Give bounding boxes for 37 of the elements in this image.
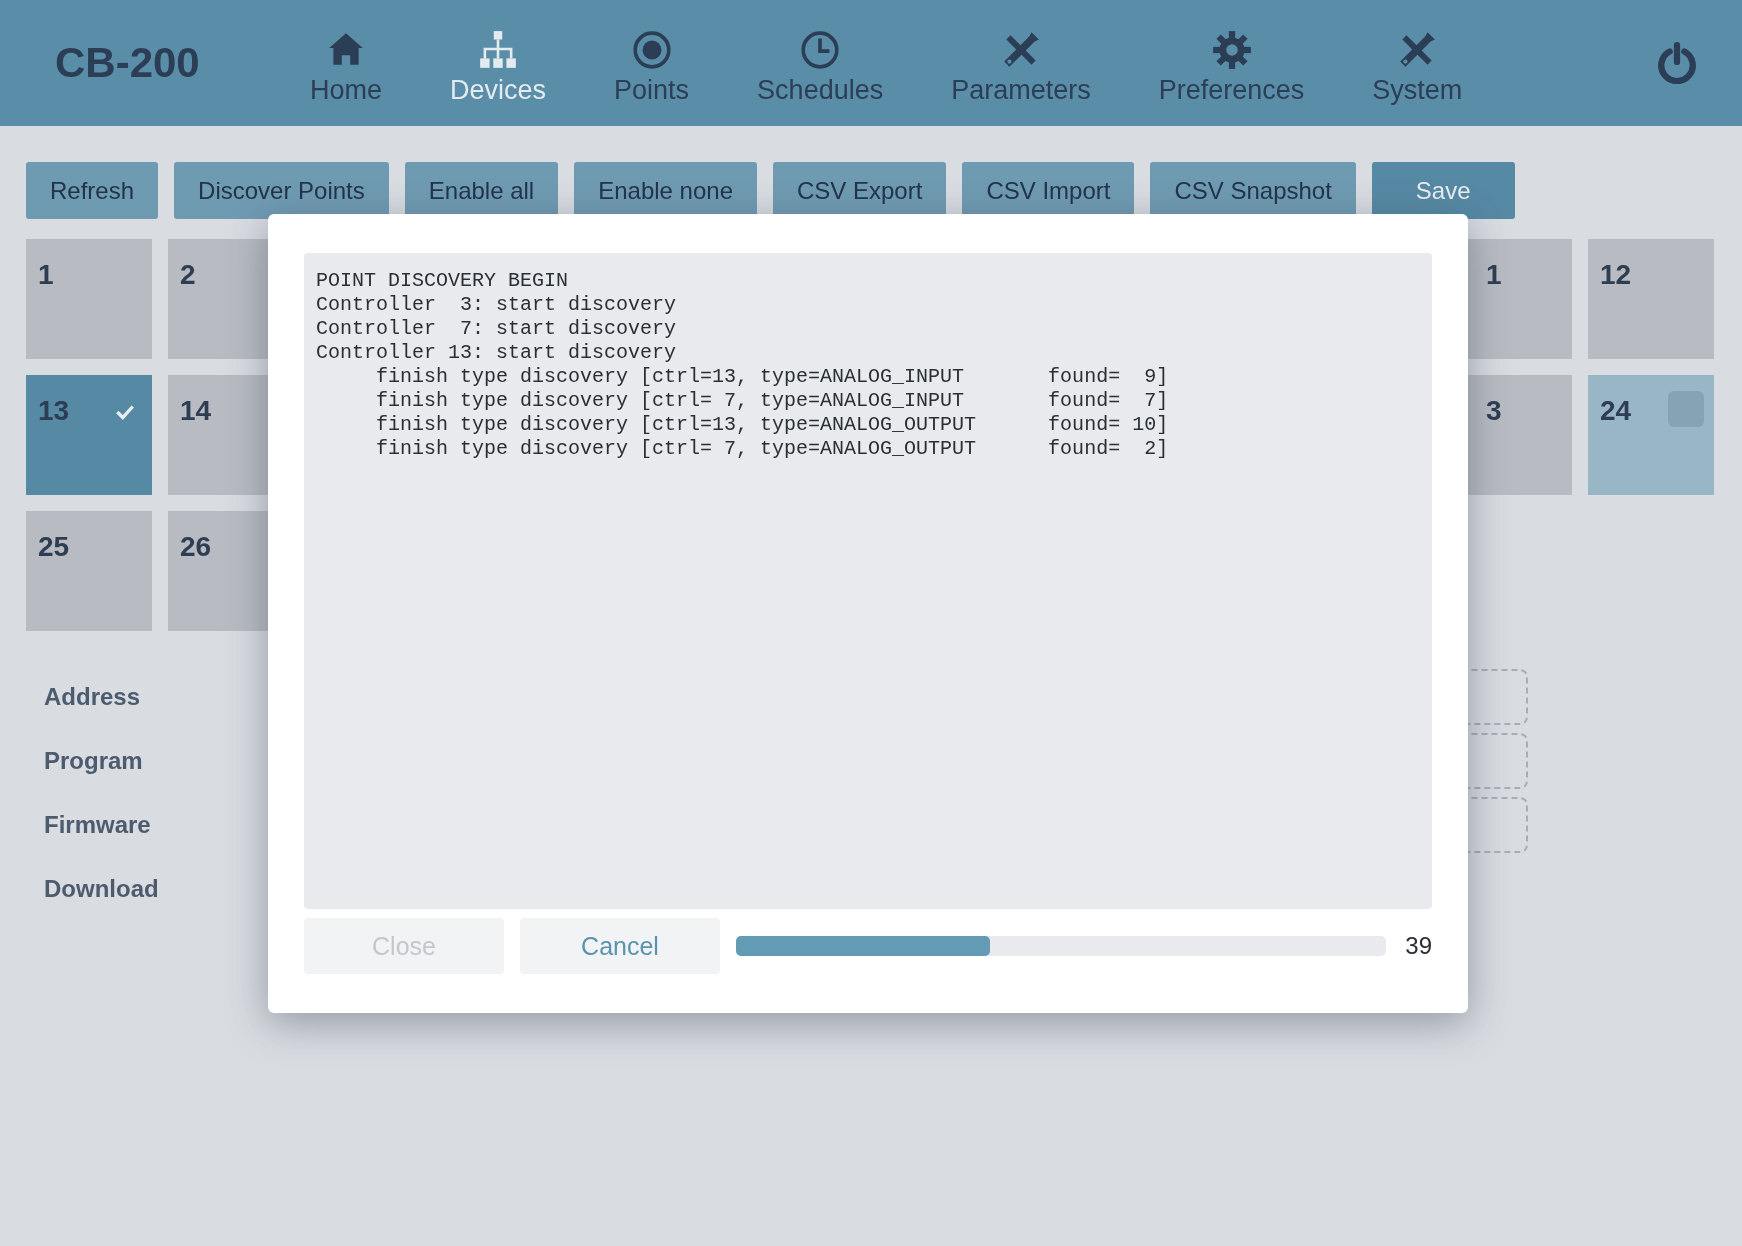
settings-icon — [1210, 28, 1253, 71]
save-button[interactable]: Save — [1371, 162, 1515, 219]
tile-number: 1 — [1486, 259, 1502, 290]
device-tile[interactable]: 12 — [1588, 239, 1714, 359]
field-label: Firmware — [43, 811, 152, 839]
clock-icon — [799, 28, 842, 71]
tile-number: 2 — [180, 259, 196, 290]
device-tile[interactable]: 24 — [1588, 375, 1714, 495]
tile-number: 26 — [180, 531, 212, 562]
nav-tab[interactable]: Home — [310, 20, 383, 106]
nav-tab[interactable]: Preferences — [1158, 20, 1305, 106]
tile-number: 13 — [38, 395, 70, 426]
record-icon — [630, 28, 673, 71]
app-title: CB-200 — [55, 39, 201, 87]
toolbar-button[interactable]: Discover Points — [174, 162, 389, 219]
tile-number: 3 — [1486, 395, 1502, 426]
progress-value: 39 — [1405, 932, 1432, 960]
device-tile[interactable]: 1 — [26, 239, 152, 359]
tile-number: 25 — [38, 531, 70, 562]
nav-tab[interactable]: Schedules — [757, 20, 884, 106]
nav-tab[interactable]: Parameters — [951, 20, 1091, 106]
log-output: POINT DISCOVERY BEGIN Controller 3: start discovery Controller 7: start discovery Controller 13: start discovery finish type discovery [ctrl=13, type=ANALOG_INPUT found= 9] finish type discovery [ctrl= 7, type=ANALOG_INPUT found= 7] finish type discovery [ctrl=13, type=ANALOG_OUTPUT found= 10] finish type discovery [ctrl= 7, type=ANALOG_OUTPUT found= 2] — [304, 253, 1432, 909]
field-label: Address — [43, 683, 142, 711]
device-tile[interactable]: 13 — [26, 375, 152, 495]
tile-number: 24 — [1600, 395, 1632, 426]
tile-number: 1 — [38, 259, 54, 290]
nav-tab[interactable]: Devices — [450, 20, 547, 106]
tile-number: 12 — [1600, 259, 1632, 290]
toolbar-button[interactable]: Refresh — [26, 162, 159, 219]
device-tile[interactable]: 25 — [26, 511, 152, 631]
field-label: Program — [43, 747, 144, 775]
tile-number: 14 — [180, 395, 212, 426]
field-label: Download — [43, 875, 160, 903]
dialog-button[interactable]: Cancel — [520, 918, 720, 974]
power-icon[interactable] — [1656, 42, 1698, 84]
nav-tab[interactable]: Points — [614, 20, 690, 106]
nav-tab[interactable]: System — [1372, 20, 1463, 106]
